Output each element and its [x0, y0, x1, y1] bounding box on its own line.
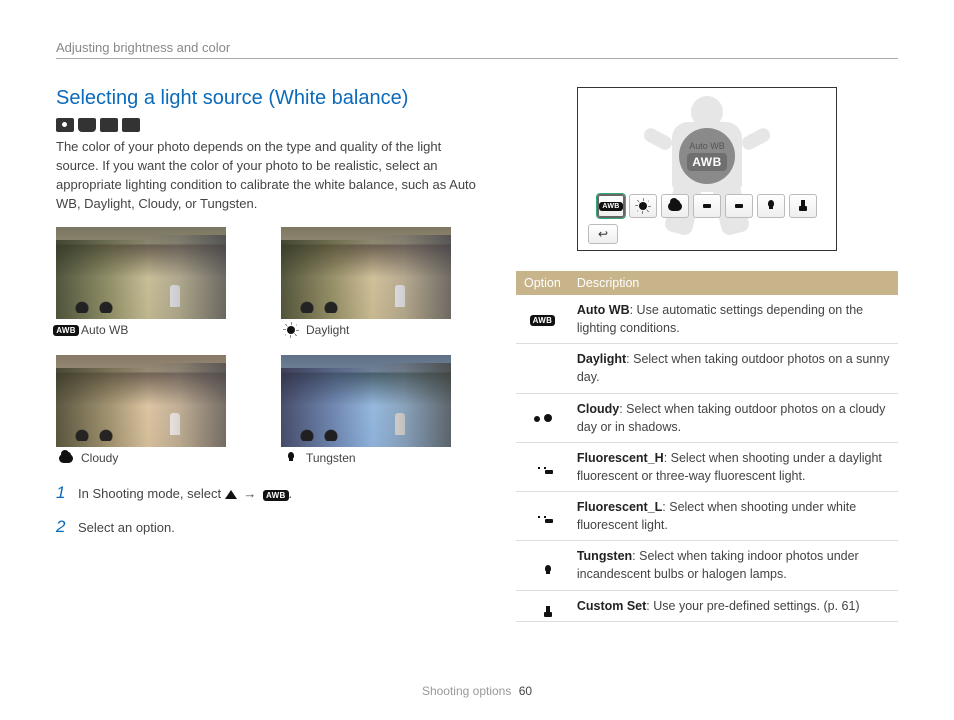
table-row: Cloudy: Select when taking outdoor photo…	[516, 393, 898, 442]
page-footer: Shooting options 60	[0, 684, 954, 698]
table-row: Fluorescent_H: Select when shooting unde…	[516, 442, 898, 491]
wb-option-row: AWB	[588, 194, 826, 220]
step-1-text: In Shooting mode, select → AWB.	[78, 486, 292, 501]
step-2-text: Select an option.	[78, 520, 175, 535]
awb-icon: AWB	[56, 324, 76, 336]
mode-icons-row	[56, 118, 476, 132]
wb-selected-code: AWB	[687, 153, 727, 171]
sun-icon	[281, 324, 301, 336]
left-column: Selecting a light source (White balance)…	[56, 87, 476, 622]
arrow-right-icon: →	[243, 486, 256, 501]
sample-cloudy-label: Cloudy	[56, 451, 251, 465]
cloud-icon	[56, 452, 76, 464]
triangle-up-icon	[225, 490, 237, 499]
row-fluorescent-l-icon	[516, 492, 569, 541]
table-row: Custom Set: Use your pre-defined setting…	[516, 590, 898, 621]
bulb-icon	[765, 200, 777, 212]
intro-paragraph: The color of your photo depends on the t…	[56, 138, 476, 213]
fluorescent-h-icon	[700, 201, 714, 211]
sample-auto-wb: AWB Auto WB	[56, 227, 251, 337]
wb-option-auto[interactable]: AWB	[597, 194, 625, 218]
sample-daylight-thumb	[281, 227, 451, 319]
sample-daylight: Daylight	[281, 227, 476, 337]
awb-icon: AWB	[599, 202, 622, 211]
row-fluorescent-h-desc: Fluorescent_H: Select when shooting unde…	[569, 442, 898, 491]
page-header: Adjusting brightness and color	[56, 40, 898, 59]
step-2: 2 Select an option.	[56, 517, 476, 537]
section-heading: Selecting a light source (White balance)	[56, 87, 476, 110]
table-row: Tungsten: Select when taking indoor phot…	[516, 541, 898, 590]
table-row: Daylight: Select when taking outdoor pho…	[516, 344, 898, 393]
row-tungsten-icon	[516, 541, 569, 590]
sample-daylight-label: Daylight	[281, 323, 476, 337]
right-column: Auto WB AWB AWB ↩ Option Description	[516, 87, 898, 622]
header-section: Adjusting brightness and color	[56, 40, 230, 55]
scene-mode-icon	[78, 118, 96, 132]
custom-set-icon	[797, 200, 809, 212]
row-fluorescent-h-icon	[516, 442, 569, 491]
step-2-number: 2	[56, 517, 68, 537]
wb-option-daylight[interactable]	[629, 194, 657, 218]
cloud-icon	[668, 202, 682, 211]
awb-icon: AWB	[263, 490, 289, 501]
table-header-description: Description	[569, 271, 898, 295]
options-table: Option Description AWB Auto WB: Use auto…	[516, 271, 898, 622]
step-1: 1 In Shooting mode, select → AWB.	[56, 483, 476, 503]
row-tungsten-desc: Tungsten: Select when taking indoor phot…	[569, 541, 898, 590]
sample-tungsten-label: Tungsten	[281, 451, 476, 465]
row-auto-wb-desc: Auto WB: Use automatic settings dependin…	[569, 295, 898, 344]
row-custom-icon	[516, 590, 569, 621]
row-daylight-icon	[516, 344, 569, 393]
wb-option-fluorescent-l[interactable]	[725, 194, 753, 218]
table-row: AWB Auto WB: Use automatic settings depe…	[516, 295, 898, 344]
sample-tungsten-thumb	[281, 355, 451, 447]
sample-cloudy-thumb	[56, 355, 226, 447]
wb-selected-label: Auto WB	[689, 141, 725, 151]
step-1-number: 1	[56, 483, 68, 503]
wb-option-tungsten[interactable]	[757, 194, 785, 218]
table-row: Fluorescent_L: Select when shooting unde…	[516, 492, 898, 541]
steps-list: 1 In Shooting mode, select → AWB. 2 Sele…	[56, 483, 476, 537]
back-button[interactable]: ↩	[588, 224, 618, 244]
sample-grid: AWB Auto WB Daylight Cloudy	[56, 227, 476, 465]
dual-mode-icon	[100, 118, 118, 132]
content-columns: Selecting a light source (White balance)…	[56, 87, 898, 622]
sample-auto-wb-label: AWB Auto WB	[56, 323, 251, 337]
row-cloudy-icon	[516, 393, 569, 442]
row-auto-wb-icon: AWB	[516, 295, 569, 344]
movie-mode-icon	[122, 118, 140, 132]
table-header-option: Option	[516, 271, 569, 295]
sample-auto-wb-thumb	[56, 227, 226, 319]
wb-selected-badge: Auto WB AWB	[679, 128, 735, 184]
page-number: 60	[519, 684, 532, 698]
footer-section: Shooting options	[422, 684, 511, 698]
row-fluorescent-l-desc: Fluorescent_L: Select when shooting unde…	[569, 492, 898, 541]
bulb-icon	[281, 452, 301, 464]
row-cloudy-desc: Cloudy: Select when taking outdoor photo…	[569, 393, 898, 442]
fluorescent-l-icon	[732, 201, 746, 211]
row-daylight-desc: Daylight: Select when taking outdoor pho…	[569, 344, 898, 393]
wb-option-cloudy[interactable]	[661, 194, 689, 218]
wb-option-custom[interactable]	[789, 194, 817, 218]
camera-mode-icon	[56, 118, 74, 132]
camera-screen-preview: Auto WB AWB AWB ↩	[577, 87, 837, 251]
back-icon: ↩	[598, 227, 608, 241]
wb-option-fluorescent-h[interactable]	[693, 194, 721, 218]
row-custom-desc: Custom Set: Use your pre-defined setting…	[569, 590, 898, 621]
sample-cloudy: Cloudy	[56, 355, 251, 465]
sample-tungsten: Tungsten	[281, 355, 476, 465]
sun-icon	[637, 200, 649, 212]
